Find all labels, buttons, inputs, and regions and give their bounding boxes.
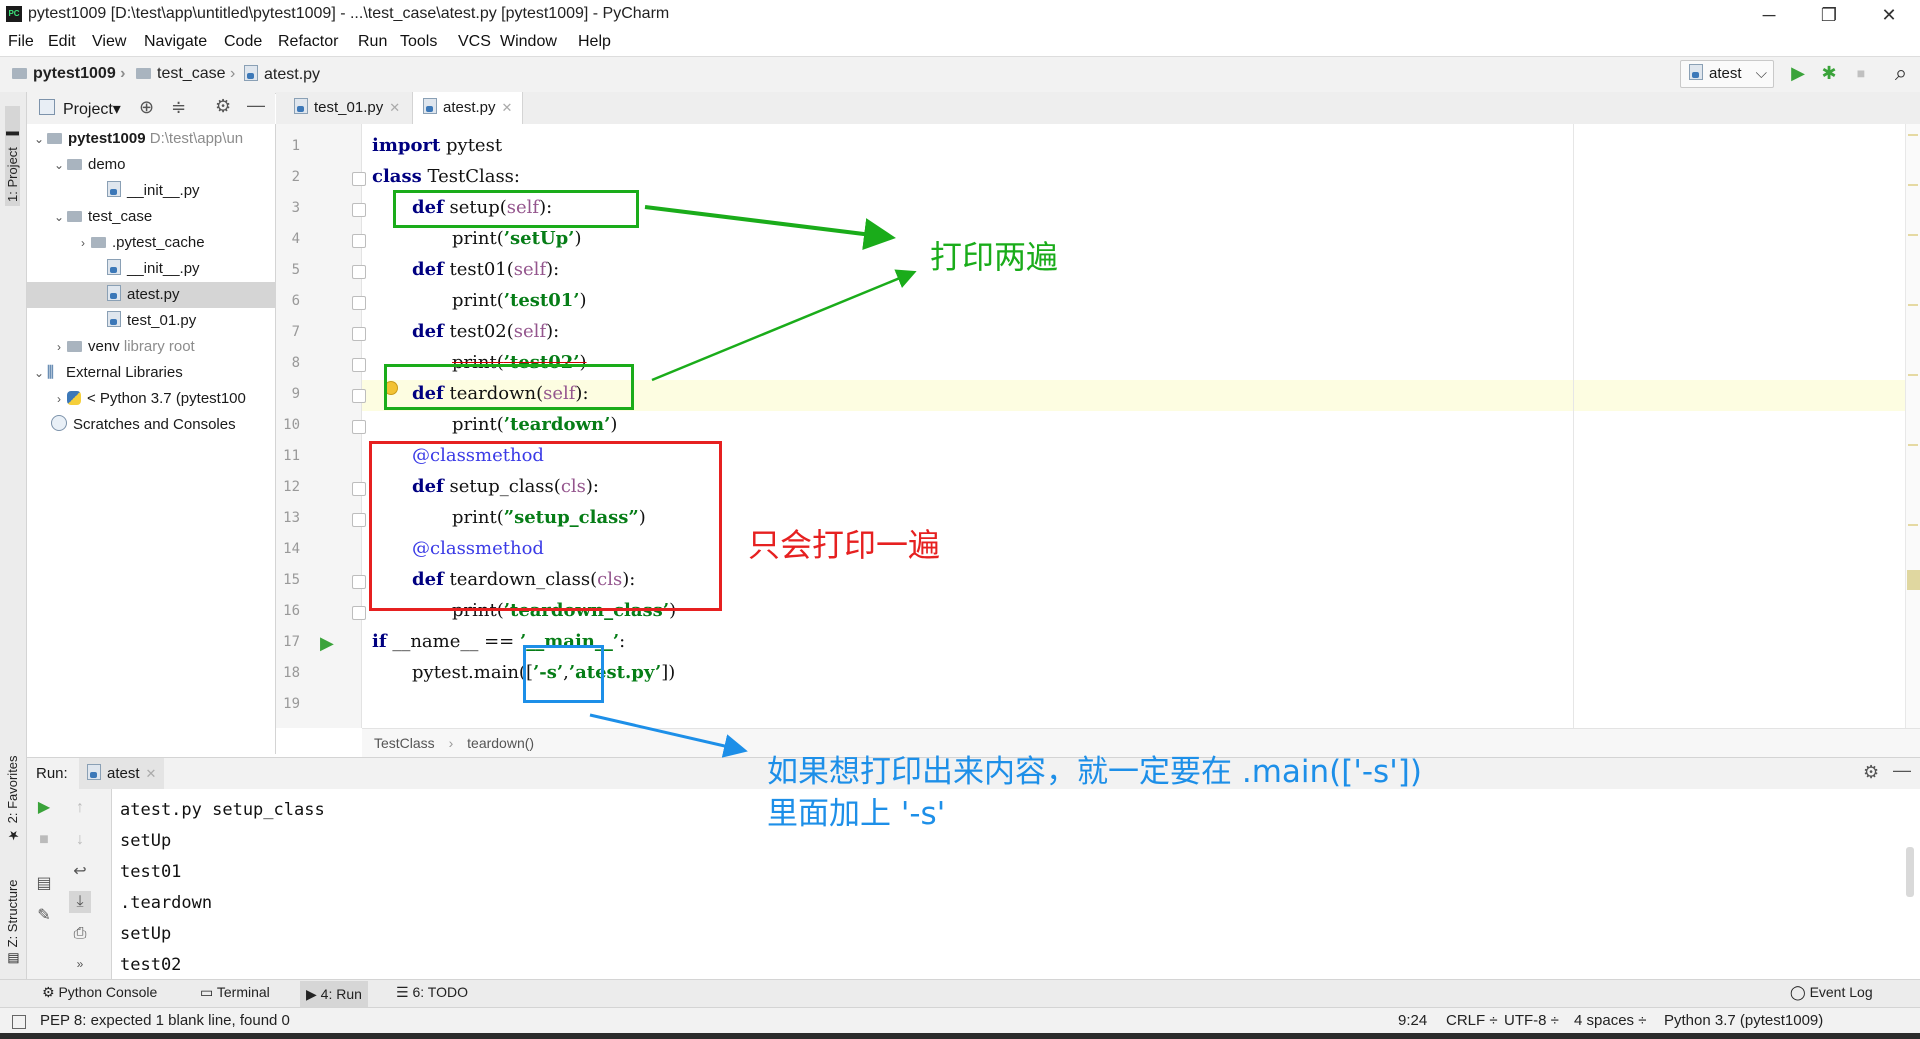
annotation-print-once: 只会打印一遍	[748, 526, 941, 564]
annotation-s-flag-line1: 如果想打印出来内容，就一定要在 .main(['-s'])	[767, 754, 1422, 790]
green-arrow-2	[651, 269, 917, 382]
annotation-s-flag-line2: 里面加上 '-s'	[767, 796, 946, 832]
annotation-arrows	[589, 205, 917, 758]
annotation-print-twice: 打印两遍	[930, 238, 1059, 276]
blue-arrow	[589, 713, 748, 758]
green-arrow-1	[644, 205, 896, 250]
